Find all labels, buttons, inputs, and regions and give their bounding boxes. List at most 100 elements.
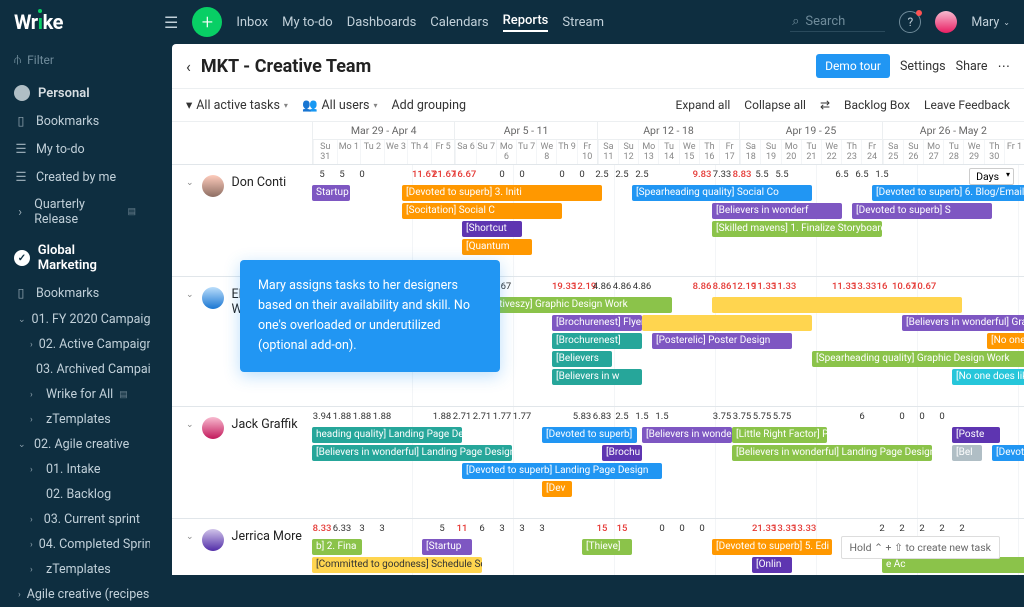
tree-fy2020[interactable]: ⌄01. FY 2020 Campaigns: [0, 307, 150, 332]
chevron-down-icon: ⌄: [1003, 18, 1010, 27]
settings-icon[interactable]: ⇄: [820, 98, 830, 112]
task-bar[interactable]: [Believers in wonder: [642, 427, 732, 443]
task-bar[interactable]: e Ac: [882, 557, 1024, 573]
task-bar[interactable]: Startup: [312, 185, 350, 201]
task-bar[interactable]: [Socitation] Social C: [402, 203, 562, 219]
task-bar[interactable]: [Devoted: [992, 445, 1024, 461]
share-link[interactable]: Share: [956, 59, 988, 74]
hour-value: [392, 519, 412, 538]
task-bar[interactable]: [Posterelic] Poster Design: [652, 333, 792, 349]
back-icon[interactable]: ‹: [186, 57, 191, 76]
lane-area[interactable]: 3.941.881.881.88 1.882.712.711.771.77 5.…: [312, 407, 1024, 518]
task-bar[interactable]: [Onlin: [752, 557, 792, 573]
sidebar-item-bookmarks[interactable]: ▯Bookmarks: [0, 107, 150, 135]
task-bar[interactable]: heading quality] Landing Page Design: [312, 427, 462, 443]
collapse-all[interactable]: Collapse all: [744, 98, 806, 112]
search-input[interactable]: ⌕Search: [790, 12, 885, 32]
nav-stream[interactable]: Stream: [562, 15, 604, 30]
task-bar[interactable]: [Brochurenest]: [552, 333, 642, 349]
task-bar[interactable]: [Devoted to superb] Landing Page Design: [462, 463, 662, 479]
filter-active-tasks[interactable]: ▾All active tasks▾: [186, 97, 288, 113]
leave-feedback[interactable]: Leave Feedback: [924, 98, 1010, 112]
task-bar[interactable]: [712, 297, 962, 313]
task-bar[interactable]: [Creativeszy] Graphic Design Work: [472, 297, 672, 313]
task-bar[interactable]: [Devoted to superb] 3. Initi: [402, 185, 602, 201]
add-grouping[interactable]: Add grouping: [392, 98, 467, 113]
task-bar[interactable]: [Believers in wonderful] Landing Page De…: [312, 445, 512, 461]
nav-calendars[interactable]: Calendars: [430, 15, 488, 30]
add-button[interactable]: +: [192, 7, 222, 37]
task-bar[interactable]: [Believers in wonderf: [712, 203, 842, 219]
task-bar[interactable]: [Shortcut: [462, 221, 522, 237]
nav-mytodo[interactable]: My to-do: [282, 15, 333, 30]
task-bar[interactable]: [Brochurenest] Flyer: [552, 315, 642, 331]
task-bar[interactable]: [Little Right Factor] P: [732, 427, 827, 443]
hour-value: 2.71: [452, 407, 472, 426]
task-bar[interactable]: [Devoted to superb] S: [852, 203, 992, 219]
task-bar[interactable]: [Committed to goodness] Schedule Se: [312, 557, 482, 573]
sidebar-item-quarterly-release[interactable]: ›Quarterly Release ▤: [0, 191, 150, 233]
person-name-cell[interactable]: ⌄Jerrica More: [172, 519, 312, 575]
chevron-down-icon: ⌄: [186, 417, 194, 430]
task-bar[interactable]: [Brochu: [602, 445, 642, 461]
task-bar[interactable]: [Quantum: [462, 239, 532, 255]
user-menu[interactable]: Mary⌄: [971, 15, 1010, 30]
filter-users[interactable]: 👥All users▾: [302, 98, 378, 113]
hamburger-icon[interactable]: ☰: [164, 13, 178, 32]
task-bar[interactable]: [Believers: [552, 351, 612, 367]
task-bar[interactable]: [Spearheading quality] Social Co: [632, 185, 812, 201]
task-bar[interactable]: [Thieve]: [582, 539, 632, 555]
nav-dashboards[interactable]: Dashboards: [347, 15, 417, 30]
more-icon[interactable]: ⋯: [998, 58, 1011, 74]
avatar[interactable]: [935, 11, 957, 33]
logo[interactable]: Wrıke: [0, 0, 150, 44]
nav-inbox[interactable]: Inbox: [236, 15, 268, 30]
hour-value: [652, 277, 672, 296]
task-bar[interactable]: [Startup: [422, 539, 472, 555]
week-label: Apr 5 - 11: [455, 122, 596, 140]
hour-value: 5.5: [772, 165, 792, 184]
sidebar-item-created-by-me[interactable]: ☰Created by me: [0, 163, 150, 191]
task-bar[interactable]: [Devoted to superb] 5. Edi: [712, 539, 832, 555]
nav-reports[interactable]: Reports: [503, 13, 549, 32]
task-bar[interactable]: [Bel: [952, 445, 982, 461]
tree-active-campaigns[interactable]: ›02. Active Campaigns: [0, 332, 150, 357]
sidebar-item-my-todo[interactable]: ☰My to-do: [0, 135, 150, 163]
tree-archived-campaigns[interactable]: 03. Archived Campaigns: [0, 357, 150, 382]
day-label: Fr 24: [861, 140, 881, 164]
filter-row[interactable]: ⫛ Filter: [0, 44, 150, 75]
task-bar[interactable]: [Dev: [542, 481, 572, 497]
task-bar[interactable]: [Believers in w: [552, 369, 642, 385]
chevron-right-icon: ›: [18, 590, 21, 600]
person-name-cell[interactable]: ⌄Jack Graffik: [172, 407, 312, 518]
tree-agile-creative[interactable]: ⌄02. Agile creative: [0, 432, 150, 457]
tree-intake[interactable]: ›01. Intake: [0, 457, 150, 482]
task-bar[interactable]: [Devoted to superb] 6. Blog/Email Creati…: [872, 185, 1024, 201]
task-bar[interactable]: [No one does like u: [952, 369, 1024, 385]
demo-tour-button[interactable]: Demo tour: [816, 54, 890, 78]
task-bar[interactable]: [Spearheading quality] Graphic Design Wo…: [812, 351, 1024, 367]
tree-backlog[interactable]: 02. Backlog: [0, 482, 150, 507]
days-selector[interactable]: Days: [969, 168, 1014, 185]
backlog-box[interactable]: Backlog Box: [844, 98, 910, 112]
help-icon[interactable]: ?: [899, 11, 921, 33]
task-bar[interactable]: b] 2. Fina: [312, 539, 362, 555]
expand-all[interactable]: Expand all: [676, 98, 731, 112]
task-bar[interactable]: [Skilled mavens] 1. Finalize Storyboard: [712, 221, 882, 237]
tree-ztemplates-1[interactable]: ›zTemplates: [0, 407, 150, 432]
tree-ztemplates-2[interactable]: ›zTemplates: [0, 557, 150, 582]
tree-agile-recipes[interactable]: ›Agile creative (recipes de...: [0, 582, 150, 607]
task-bar[interactable]: [642, 315, 812, 331]
task-bar[interactable]: [Believers in wonderful] Graphic De: [902, 315, 1024, 331]
tree-wrike-for-all[interactable]: ›Wrike for All ▤: [0, 382, 150, 407]
hour-value: 16.67: [452, 165, 472, 184]
tree-current-sprint[interactable]: ›03. Current sprint: [0, 507, 150, 532]
tree-completed-sprints[interactable]: ›04. Completed Sprints: [0, 532, 150, 557]
task-bar[interactable]: [Poste: [952, 427, 1000, 443]
task-bar[interactable]: [Devoted to superb]: [542, 427, 637, 443]
task-bar[interactable]: [No one d: [987, 333, 1024, 349]
hour-value: 12.19: [732, 277, 752, 296]
task-bar[interactable]: [Believers in wonderful] Landing Page De…: [732, 445, 932, 461]
settings-link[interactable]: Settings: [900, 59, 946, 74]
sidebar-item-bookmarks-global[interactable]: ▯Bookmarks: [0, 279, 150, 307]
